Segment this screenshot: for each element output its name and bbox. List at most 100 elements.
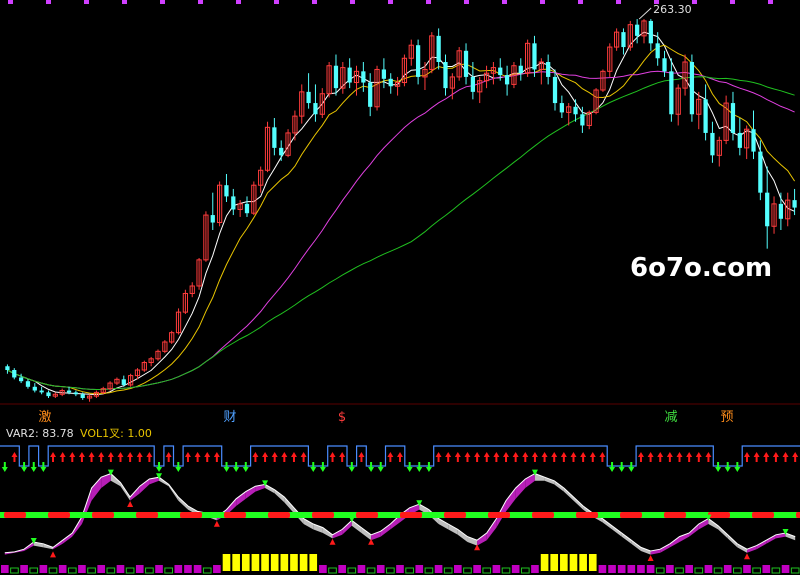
candle-body [224, 185, 229, 197]
candle-body [80, 394, 85, 398]
hist-bar-yellow [560, 554, 568, 571]
threshold-segment [796, 512, 800, 518]
candle-body [306, 91, 311, 104]
candle-body [580, 114, 585, 126]
indicator-var2-label: VAR2: 83.78 [6, 427, 74, 440]
candle-body [463, 50, 469, 77]
hist-bar-magenta [637, 565, 645, 573]
candle-body [559, 103, 564, 113]
hist-bar-magenta [184, 565, 192, 573]
candle-body [279, 147, 284, 156]
event-marker: 减 [664, 410, 677, 425]
candle-body [765, 192, 770, 227]
indicator-vol1-label: VOL1叉: 1.00 [80, 427, 152, 440]
candle-body [121, 379, 126, 385]
hist-bar-magenta [78, 565, 86, 573]
hist-bar-yellow [251, 554, 260, 571]
hist-bar-magenta [762, 565, 771, 573]
hist-bar-magenta [598, 565, 607, 573]
candle-body [552, 76, 558, 104]
candle-body [669, 71, 674, 115]
candle-body [347, 67, 352, 83]
top-tick [312, 0, 317, 4]
candle-body [621, 32, 626, 48]
hist-bar-magenta [376, 565, 385, 573]
hist-bar-magenta [723, 565, 732, 573]
hist-bar-yellow [222, 554, 231, 571]
candle-body [18, 377, 24, 382]
candle-body [758, 151, 763, 193]
event-marker: 财 [223, 410, 236, 425]
top-tick [426, 0, 431, 4]
candle-body [361, 71, 366, 83]
threshold-segment [136, 512, 158, 518]
hist-bar-magenta [319, 565, 327, 573]
candle-body [648, 20, 653, 44]
hist-bar-magenta [155, 565, 163, 573]
top-tick [502, 0, 507, 4]
watermark: 6o7o.com [630, 253, 772, 283]
candle-body [703, 99, 708, 133]
event-marker: 激 [38, 410, 51, 425]
candle-body [792, 200, 797, 208]
hist-bar-magenta [492, 565, 501, 573]
candle-body [39, 390, 44, 393]
hist-bar-yellow [232, 554, 240, 571]
hist-bar-magenta [454, 565, 462, 573]
hist-bar-yellow [270, 554, 279, 571]
candle-body [313, 103, 318, 115]
candle-body [546, 62, 551, 77]
top-tick [578, 0, 583, 4]
hist-bar-magenta [646, 565, 655, 573]
hist-bar-magenta [213, 565, 221, 573]
top-tick [350, 0, 355, 4]
hist-bar-yellow [299, 554, 308, 571]
threshold-segment [224, 512, 246, 518]
hist-bar-magenta [608, 565, 616, 573]
candle-body [710, 132, 715, 156]
candle-body [504, 75, 510, 85]
hist-bar-magenta [193, 565, 202, 573]
candle-body [333, 65, 339, 89]
hist-bar-magenta [116, 565, 125, 573]
hist-bar-magenta [338, 565, 346, 573]
hist-bar-yellow [569, 554, 578, 571]
threshold-segment [268, 512, 290, 518]
hist-bar-magenta [396, 565, 404, 573]
hist-bar-magenta [781, 565, 790, 573]
top-tick [616, 0, 621, 4]
top-tick [692, 0, 697, 4]
candle-body [210, 215, 215, 223]
top-tick [8, 0, 13, 4]
candle-body [368, 82, 373, 107]
top-tick [122, 0, 127, 4]
candle-body [272, 127, 277, 148]
candle-body [381, 69, 387, 79]
hist-bar-magenta [174, 565, 183, 573]
candle-body [470, 76, 475, 92]
hist-bar-magenta [473, 565, 481, 573]
top-tick [540, 0, 545, 4]
top-tick [160, 0, 165, 4]
top-tick [464, 0, 469, 4]
top-tick [730, 0, 735, 4]
hist-bar-magenta [415, 565, 424, 573]
hist-bar-yellow [280, 554, 289, 571]
candle-body [655, 43, 660, 59]
hist-bar-magenta [704, 565, 713, 573]
candle-body [518, 65, 523, 74]
hist-bar-magenta [39, 565, 48, 573]
event-marker: 预 [720, 410, 733, 425]
candle-body [5, 366, 10, 370]
hist-bar-yellow [290, 554, 298, 571]
hist-bar-magenta [135, 565, 144, 573]
candle-body [231, 196, 236, 210]
threshold-segment [48, 512, 70, 518]
threshold-segment [356, 512, 378, 518]
candle-body [573, 106, 578, 115]
threshold-segment [532, 512, 554, 518]
hist-bar-magenta [434, 565, 443, 573]
top-tick [274, 0, 279, 4]
candle-body [12, 370, 17, 378]
candle-body [32, 386, 37, 391]
